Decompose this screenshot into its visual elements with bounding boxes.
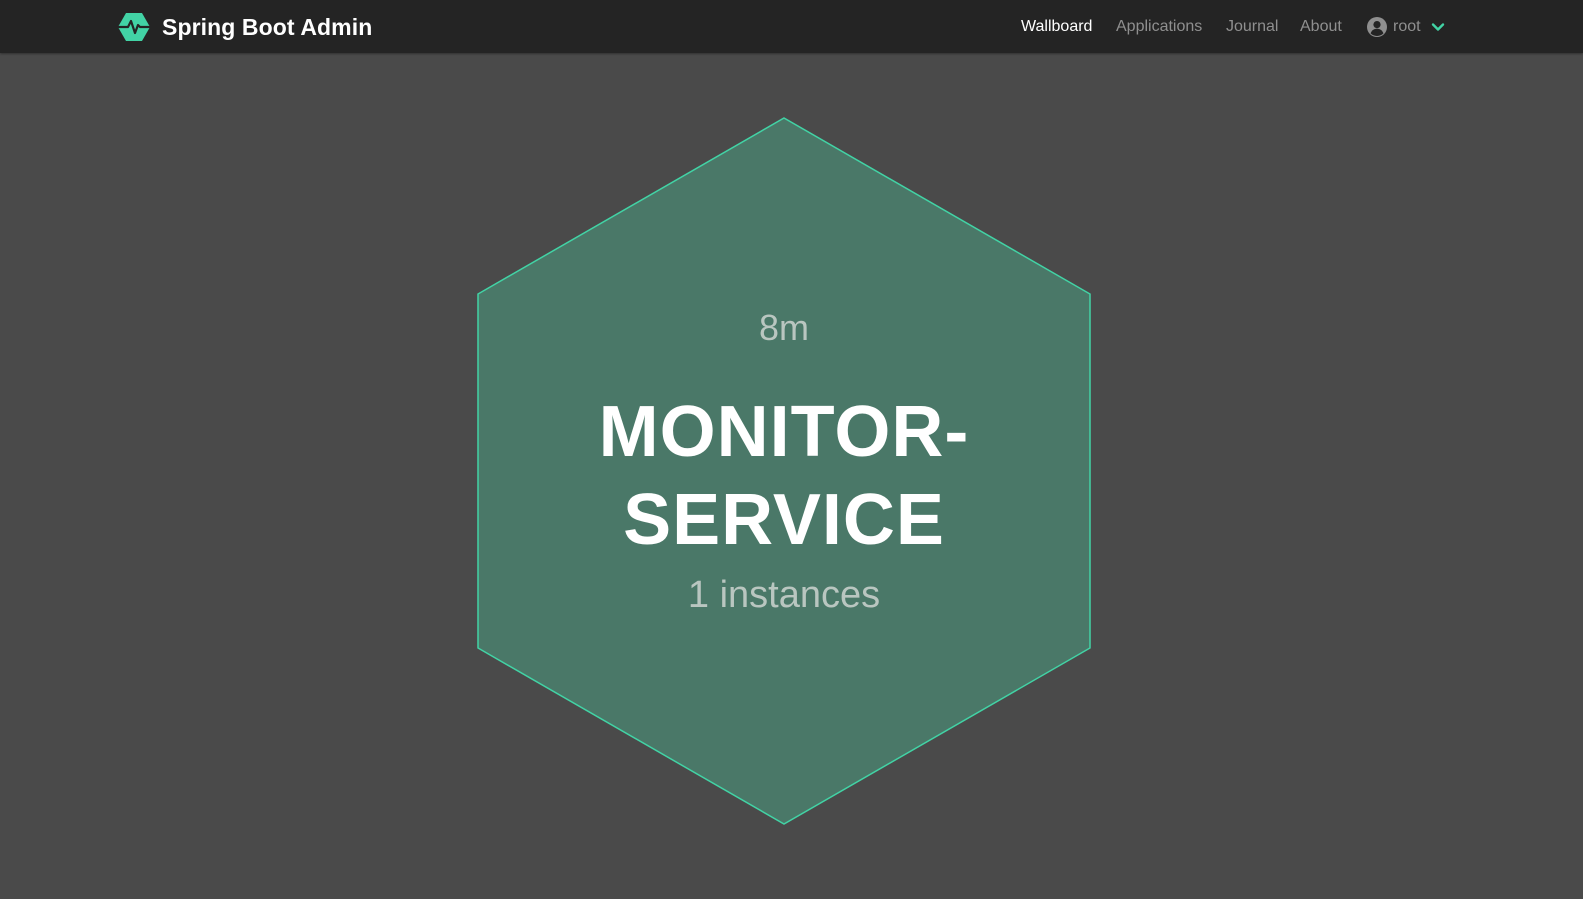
wallboard-canvas (477, 117, 1091, 825)
application-hexagon[interactable] (477, 117, 1091, 825)
